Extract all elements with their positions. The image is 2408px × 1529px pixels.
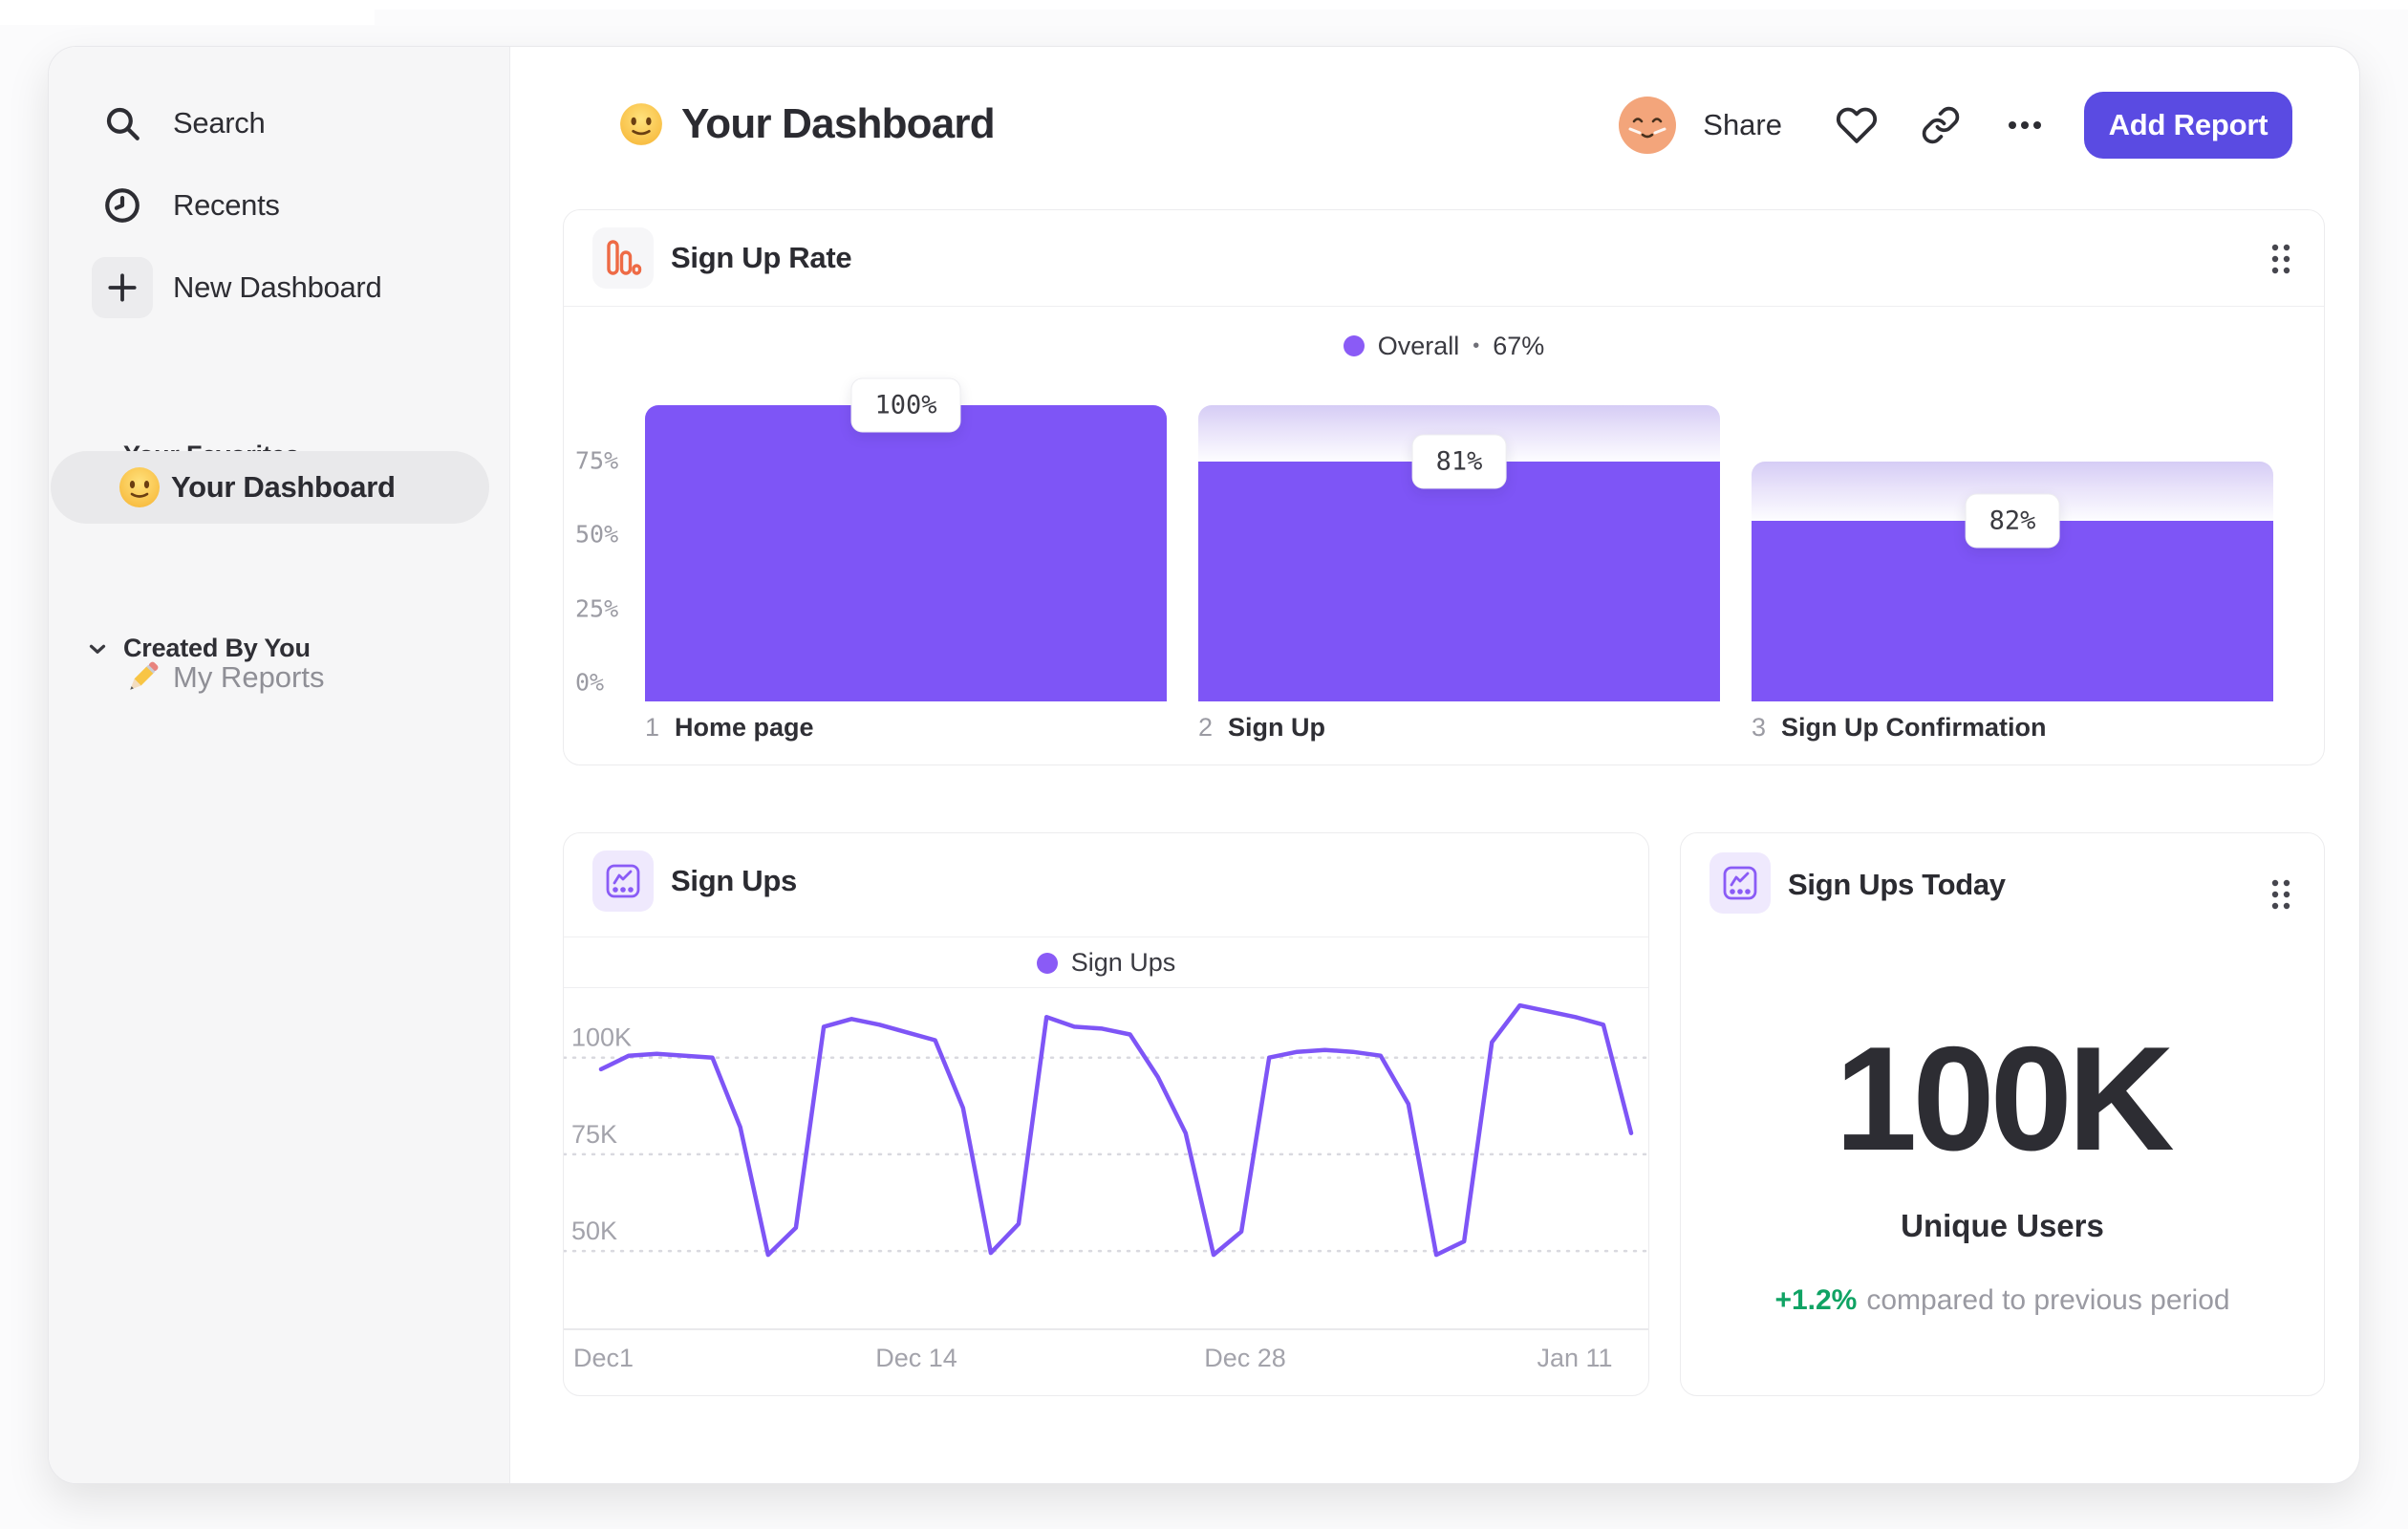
y-axis-tick: 25% [575, 594, 619, 622]
window-top-corner [0, 0, 375, 25]
sidebar-item-search[interactable]: Search [49, 87, 509, 160]
y-axis-tick: 50% [575, 520, 619, 549]
copy-link-icon[interactable] [1910, 95, 1971, 156]
metric-delta: +1.2% compared to previous period [1681, 1284, 2324, 1317]
step-index: 3 [1752, 713, 1767, 742]
step-name: Sign Up Confirmation [1781, 713, 2047, 742]
funnel-step-label: 2 Sign Up [1198, 713, 1325, 743]
y-axis-tick: 0% [575, 668, 605, 697]
x-axis-labels: Dec1 Dec 14 Dec 28 Jan 11 [564, 1344, 1648, 1382]
x-axis-tick: Jan 11 [1537, 1344, 1613, 1372]
sidebar-item-label: Your Dashboard [171, 470, 396, 504]
sidebar-item-your-dashboard[interactable]: Your Dashboard [51, 451, 489, 524]
app-panel: Search Recents New Dashboard Your Favori… [48, 46, 2360, 1484]
step-name: Sign Up [1228, 713, 1326, 742]
y-axis-tick: 100K [571, 1023, 632, 1052]
conversion-badge: 81% [1411, 434, 1507, 489]
funnel-bar-1[interactable] [645, 405, 1167, 701]
legend-dot [1036, 952, 1058, 974]
sidebar-item-label: Recents [173, 188, 280, 222]
sidebar-item-label: New Dashboard [173, 270, 382, 304]
delta-text: compared to previous period [1866, 1284, 2230, 1316]
step-index: 2 [1198, 713, 1214, 742]
share-button[interactable]: Share [1703, 108, 1782, 142]
step-index: 1 [645, 713, 660, 742]
card-title: Sign Ups [671, 864, 797, 897]
metric-label: Unique Users [1901, 1208, 2104, 1243]
delta-percent: +1.2% [1774, 1284, 1858, 1316]
y-axis-tick: 75% [575, 446, 619, 474]
legend-label: Sign Ups [1070, 948, 1176, 977]
line-chart-plot: 100K 75K 50K [564, 1002, 1650, 1258]
add-report-button[interactable]: Add Report [2084, 92, 2292, 159]
conversion-badge: 100% [850, 377, 961, 433]
line-chart-icon [592, 851, 654, 912]
plus-icon [92, 257, 153, 318]
funnel-step-label: 3 Sign Up Confirmation [1752, 713, 2047, 743]
sidebar-item-recents[interactable]: Recents [49, 169, 509, 242]
pencil-emoji-icon [121, 657, 163, 699]
card-header: Sign Ups [564, 833, 1648, 937]
avatar[interactable] [1617, 95, 1678, 156]
funnel-step-label: 1 Home page [645, 713, 814, 743]
clock-icon [92, 175, 153, 236]
sidebar-item-label: Search [173, 106, 266, 140]
sidebar-item-label: My Reports [173, 660, 325, 694]
step-name: Home page [675, 713, 814, 742]
page-title: Your Dashboard [618, 100, 996, 148]
conversion-badge: 82% [1965, 493, 2060, 549]
funnel-plot: 75% 50% 25% 0% 100% 1 Home page 81% 2 Sign Up 82% 3… [564, 210, 2324, 764]
funnel-bar-converted [645, 405, 1167, 701]
sign-ups-today-card: Sign Ups Today 100K Unique Users +1.2% co… [1680, 832, 2325, 1396]
smiley-emoji-icon [618, 101, 664, 147]
drag-handle-icon[interactable] [2262, 870, 2300, 919]
sidebar: Search Recents New Dashboard Your Favori… [49, 47, 510, 1483]
x-axis-line [564, 1328, 1648, 1330]
x-axis-tick: Dec 14 [875, 1344, 957, 1372]
sign-ups-line-series [598, 1002, 1634, 1258]
sign-up-rate-card: Sign Up Rate Overall • 67% 75% 50% 25% 0% 10… [563, 209, 2325, 765]
x-axis-tick: Dec1 [573, 1344, 634, 1372]
y-axis-tick: 50K [571, 1217, 617, 1245]
sidebar-item-new-dashboard[interactable]: New Dashboard [49, 251, 509, 324]
more-options-icon[interactable] [1994, 95, 2055, 156]
line-legend: Sign Ups [564, 938, 1648, 988]
card-title: Sign Ups Today [1788, 868, 2006, 901]
search-icon [92, 93, 153, 154]
funnel-bar-converted [1198, 461, 1720, 701]
favorite-heart-icon[interactable] [1826, 95, 1887, 156]
y-axis-tick: 75K [571, 1120, 617, 1149]
line-chart-icon [1709, 852, 1771, 914]
smiley-emoji-icon [118, 465, 161, 509]
card-header: Sign Ups Today [1681, 833, 2324, 929]
sign-ups-card: Sign Ups Sign Ups 100K 75K 50K Dec1 Dec 14 D… [563, 832, 1650, 1396]
x-axis-tick: Dec 28 [1204, 1344, 1286, 1372]
sidebar-item-my-reports[interactable]: My Reports [49, 649, 509, 706]
metric-value: 100K [1835, 1016, 2175, 1181]
